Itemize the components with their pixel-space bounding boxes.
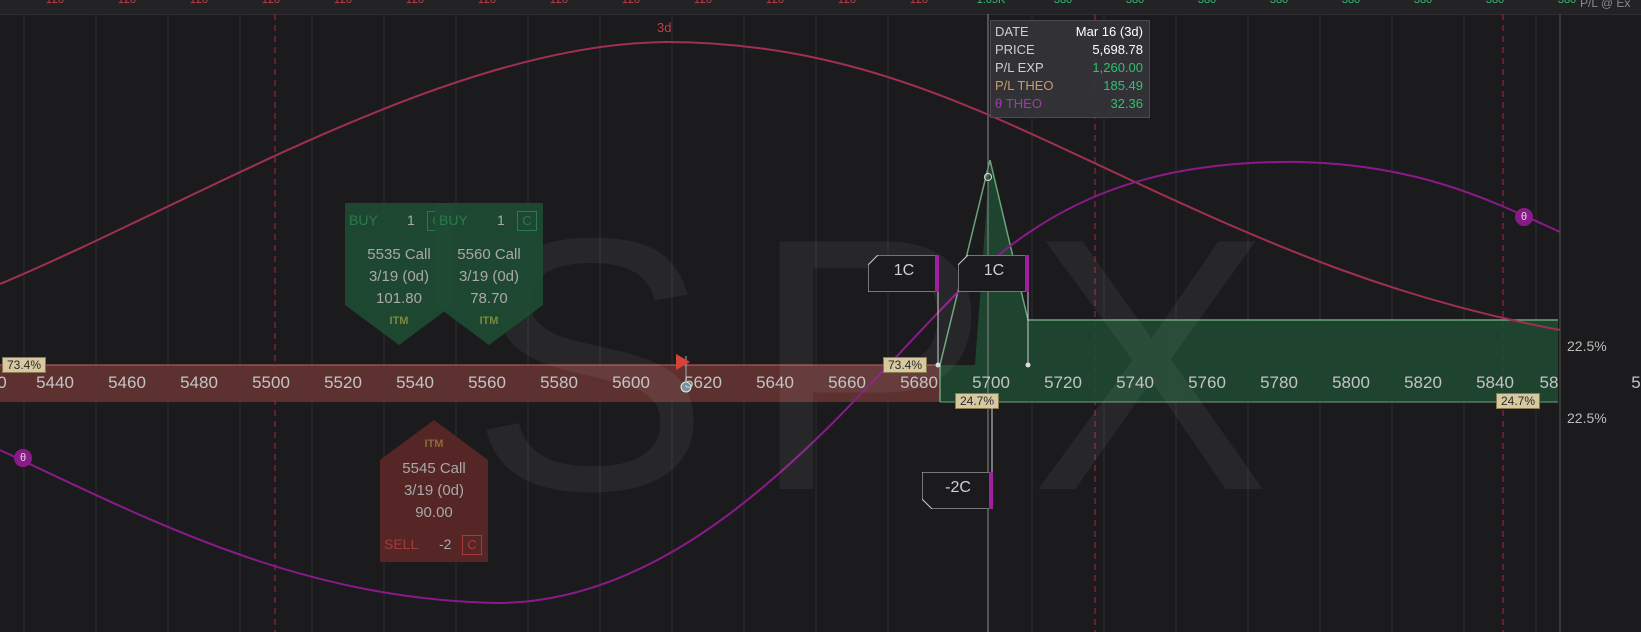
tooltip-label: θ THEO [995, 96, 1042, 111]
tooltip-value: Mar 16 (3d) [1075, 24, 1143, 39]
prob-badge-left-inner: 73.4% [883, 357, 928, 373]
tooltip-label: DATE [995, 24, 1029, 39]
pl-expiry-header-label: 380 [1341, 0, 1361, 6]
strike-tick-label: 5720 [1044, 373, 1082, 392]
pl-expiry-header-label: 380 [1557, 0, 1577, 6]
leg-qty: -2 [439, 536, 452, 552]
theta-marker-left: θ [14, 449, 32, 467]
pl-expiry-header-label: 120 [333, 0, 353, 6]
tooltip-row-theta-theo: θ THEO 32.36 [995, 96, 1143, 114]
expiry-marker-label: 3d [657, 20, 672, 35]
leg-price: 90.00 [415, 504, 453, 521]
pl-expiry-header-label: 120 [693, 0, 713, 6]
strike-tick-label-partial: 5 [1631, 373, 1641, 392]
vol-label-upper: 22.5% [1567, 338, 1607, 354]
leg-price: 78.70 [470, 290, 508, 307]
strike-tick-label: 5740 [1116, 373, 1154, 392]
theta-glyph: θ [1520, 211, 1528, 223]
cursor-tooltip: DATE Mar 16 (3d) PRICE 5,698.78 P/L EXP … [990, 20, 1150, 118]
leg-side: BUY [439, 212, 468, 228]
tooltip-value: 1,260.00 [1092, 60, 1143, 75]
tooltip-label: P/L THEO [995, 78, 1054, 93]
strike-tick-label: 5580 [540, 373, 578, 392]
leg-description: 5545 Call [402, 460, 466, 477]
strike-tick-label: 5440 [36, 373, 74, 392]
prob-badge-right-inner: 24.7% [955, 393, 1000, 409]
pl-expiry-header-label: 120 [549, 0, 569, 6]
strike-tick-label: 5560 [468, 373, 506, 392]
leg-date: 3/19 (0d) [403, 482, 465, 499]
pl-expiry-header-label: 380 [1269, 0, 1289, 6]
tooltip-row-date: DATE Mar 16 (3d) [995, 24, 1143, 42]
leg-card-sell-5545-call[interactable]: ITM 5545 Call 3/19 (0d) 90.00 SELL -2 C [380, 420, 488, 562]
qty-box-1c-right[interactable]: 1C [958, 255, 1030, 292]
strike-tick-label: 5780 [1260, 373, 1298, 392]
strike-tick-label: 5800 [1332, 373, 1370, 392]
strike-tick-label: 5500 [252, 373, 290, 392]
pl-expiry-header-label: 120 [909, 0, 929, 6]
tooltip-label: PRICE [995, 42, 1035, 57]
tooltip-value: 32.36 [1110, 96, 1143, 111]
strike-tick-label: 5700 [972, 373, 1010, 392]
pl-expiry-header-label: 120 [621, 0, 641, 6]
pl-expiry-header-label: 1.65K [976, 0, 1006, 6]
qty-box-label: -2C [945, 479, 971, 496]
strike-tick-label: 5460 [108, 373, 146, 392]
pl-expiry-header-label: 380 [1485, 0, 1505, 6]
strike-tick-label: 5480 [180, 373, 218, 392]
leg-description: 5560 Call [457, 246, 521, 263]
pl-expiry-header-corner: P/L @ Ex [1580, 0, 1631, 10]
theta-marker-right: θ [1515, 208, 1533, 226]
pl-expiry-header-label: 120 [45, 0, 65, 6]
leg-qty: 1 [407, 212, 415, 228]
leg-type-tag[interactable]: C [517, 211, 537, 231]
strike-tick-label: 5620 [684, 373, 722, 392]
pl-expiry-header-label: 120 [405, 0, 425, 6]
leg-side: BUY [349, 212, 378, 228]
pl-expiry-header-label: 120 [765, 0, 785, 6]
prob-badge-right-outer: 24.7% [1496, 393, 1541, 409]
leg-date: 3/19 (0d) [458, 268, 520, 285]
risk-profile-chart[interactable]: SPX 3d 5440 5460 5480 5500 5520 5540 5560 5580 5… [0, 0, 1641, 632]
pl-expiry-header-label: 120 [837, 0, 857, 6]
vol-label-lower: 22.5% [1567, 410, 1607, 426]
pl-expiry-header-label: 380 [1053, 0, 1073, 6]
strike-tick-label-partial: 58 [1539, 373, 1559, 392]
strike-tick-label: 5820 [1404, 373, 1442, 392]
qty-box-label: 1C [983, 262, 1005, 279]
strike-tick-label: 5540 [396, 373, 434, 392]
strike-tick-label-partial: 0 [0, 373, 7, 392]
strike-tick-label: 5660 [828, 373, 866, 392]
tooltip-row-price: PRICE 5,698.78 [995, 42, 1143, 60]
pl-expiry-header-label: 120 [117, 0, 137, 6]
leg-type-tag[interactable]: C [462, 535, 482, 555]
qty-box-minus-2c[interactable]: -2C [922, 472, 994, 509]
strike-tick-label: 5760 [1188, 373, 1226, 392]
pl-expiry-header-label: 380 [1197, 0, 1217, 6]
strike-tick-label: 5640 [756, 373, 794, 392]
tooltip-row-pl-theo: P/L THEO 185.49 [995, 78, 1143, 96]
pl-expiry-header-label: 120 [189, 0, 209, 6]
pl-expiry-header-label: 380 [1125, 0, 1145, 6]
leg-qty: 1 [497, 212, 505, 228]
pl-expiry-header-label: 380 [1413, 0, 1433, 6]
tooltip-row-pl-exp: P/L EXP 1,260.00 [995, 60, 1143, 78]
pl-expiry-header-label: 120 [477, 0, 497, 6]
leg-card-buy-5560-call[interactable]: BUY 1 C 5560 Call 3/19 (0d) 78.70 ITM [435, 203, 543, 345]
strike-tick-label: 5840 [1476, 373, 1514, 392]
strike-tick-label: 5680 [900, 373, 938, 392]
theta-glyph: θ [19, 452, 27, 464]
prob-badge-left-outer: 73.4% [2, 357, 47, 373]
tooltip-value: 5,698.78 [1092, 42, 1143, 57]
qty-box-1c-left[interactable]: 1C [868, 255, 940, 292]
qty-box-label: 1C [893, 262, 915, 279]
tooltip-value: 185.49 [1103, 78, 1143, 93]
leg-itm-badge: ITM [479, 315, 499, 327]
leg-side: SELL [384, 536, 419, 552]
tooltip-label: P/L EXP [995, 60, 1044, 75]
leg-itm-badge: ITM [424, 438, 444, 450]
strike-tick-label: 5520 [324, 373, 362, 392]
pl-expiry-header-label: 120 [261, 0, 281, 6]
strike-tick-label: 5600 [612, 373, 650, 392]
